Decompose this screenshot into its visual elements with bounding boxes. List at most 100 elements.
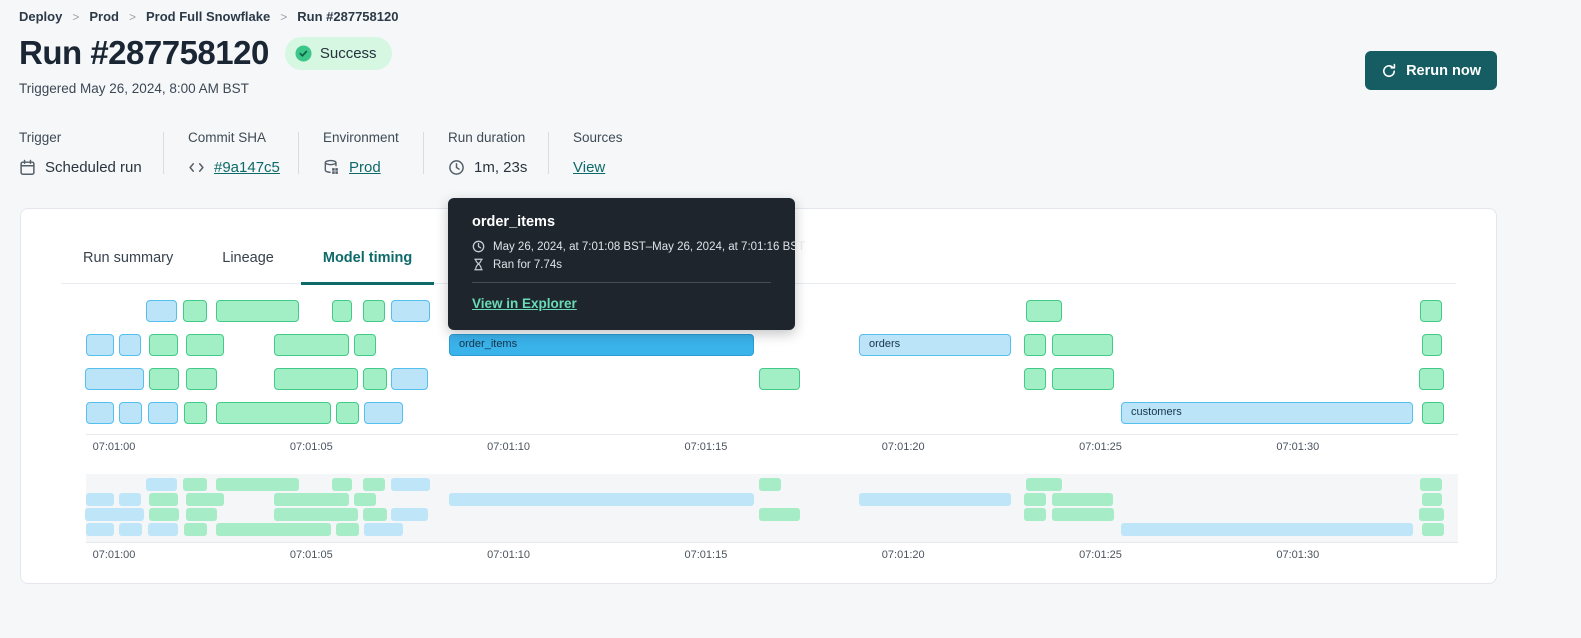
gantt-bar — [1419, 508, 1445, 521]
tooltip-model-name: order_items — [472, 214, 556, 230]
meta-duration-label: Run duration — [448, 130, 526, 145]
calendar-icon — [19, 159, 36, 176]
gantt-bar — [185, 508, 217, 521]
gantt-bar-customers[interactable]: customers — [1121, 402, 1414, 424]
gantt-bar — [85, 508, 144, 521]
gantt-bar[interactable] — [185, 368, 217, 390]
axis-tick-label: 07:01:05 — [289, 441, 333, 453]
gantt-bar — [149, 493, 178, 506]
gantt-bar — [86, 523, 115, 536]
breadcrumb-separator: > — [280, 9, 288, 24]
gantt-bar[interactable] — [86, 334, 115, 356]
breadcrumb: Deploy > Prod > Prod Full Snowflake > Ru… — [19, 9, 398, 24]
gantt-bar[interactable] — [145, 300, 178, 322]
gantt-bar[interactable] — [147, 402, 178, 424]
gantt-bar[interactable] — [1051, 368, 1114, 390]
breadcrumb-separator: > — [128, 9, 136, 24]
gantt-bar[interactable] — [353, 334, 377, 356]
gantt-bar — [759, 478, 781, 491]
axis-tick-label: 07:01:10 — [487, 549, 531, 561]
code-icon — [188, 159, 205, 176]
tooltip-time-range: May 26, 2024, at 7:01:08 BST–May 26, 202… — [493, 240, 805, 253]
status-badge: Success — [284, 36, 392, 70]
meta-sources: Sources View — [549, 130, 623, 176]
minimap-time-axis: 07:01:00 07:01:05 07:01:10 07:01:15 07:01:20… — [86, 542, 1458, 566]
gantt-bar[interactable] — [119, 402, 143, 424]
gantt-bar — [336, 523, 360, 536]
gantt-bar-order_items[interactable]: order_items — [449, 334, 755, 356]
gantt-bar[interactable] — [391, 300, 431, 322]
gantt-bar-label: order_items — [459, 338, 518, 350]
gantt-bar[interactable] — [273, 368, 358, 390]
commit-sha-link[interactable]: #9a147c5 — [214, 159, 280, 176]
sources-view-link[interactable]: View — [573, 159, 605, 176]
gantt-bar — [363, 478, 386, 491]
gantt-bar-label: customers — [1131, 406, 1182, 418]
axis-tick-label: 07:01:15 — [684, 441, 728, 453]
gantt-row: customers — [86, 402, 1458, 424]
environment-link[interactable]: Prod — [349, 159, 381, 176]
gantt-bar — [273, 508, 358, 521]
gantt-bar[interactable] — [149, 368, 180, 390]
gantt-bar — [86, 493, 115, 506]
gantt-bar[interactable] — [185, 334, 225, 356]
clock-icon — [448, 159, 465, 176]
gantt-bar[interactable] — [391, 368, 429, 390]
gantt-bar[interactable] — [363, 300, 386, 322]
gantt-bar[interactable] — [363, 368, 388, 390]
gantt-bar[interactable] — [1025, 300, 1062, 322]
gantt-bar[interactable] — [1419, 368, 1445, 390]
gantt-bar[interactable] — [364, 402, 403, 424]
minimap-brush[interactable] — [85, 474, 1458, 542]
gantt-bar[interactable] — [1023, 368, 1047, 390]
refresh-icon — [1383, 63, 1396, 77]
gantt-bar-orders[interactable]: orders — [859, 334, 1011, 356]
divider — [472, 282, 771, 283]
gantt-bar — [353, 493, 377, 506]
gantt-row: order_items orders — [86, 334, 1458, 356]
gantt-bar[interactable] — [216, 300, 300, 322]
meta-commit-sha: Commit SHA #9a147c5 — [164, 130, 298, 176]
tab-run-summary[interactable]: Run summary — [61, 250, 195, 283]
gantt-bar[interactable] — [119, 334, 141, 356]
gantt-bar[interactable] — [1023, 334, 1047, 356]
gantt-bar[interactable] — [86, 402, 115, 424]
breadcrumb-prod[interactable]: Prod — [89, 9, 119, 24]
gantt-bar-order_items — [449, 493, 755, 506]
breadcrumb-job[interactable]: Prod Full Snowflake — [146, 9, 270, 24]
breadcrumb-deploy[interactable]: Deploy — [19, 9, 62, 24]
status-badge-label: Success — [319, 44, 377, 62]
tab-model-timing[interactable]: Model timing — [300, 250, 435, 285]
triggered-timestamp: Triggered May 26, 2024, 8:00 AM BST — [19, 81, 249, 96]
gantt-bar[interactable] — [331, 300, 352, 322]
model-timing-chart: order_items orders customers 07:01:00 07:01… — [85, 300, 1458, 566]
gantt-bar[interactable] — [273, 334, 349, 356]
gantt-bar[interactable] — [759, 368, 800, 390]
gantt-bar — [1023, 508, 1047, 521]
gantt-bar[interactable] — [85, 368, 144, 390]
gantt-bar[interactable] — [183, 300, 208, 322]
rerun-now-button[interactable]: Rerun now — [1365, 51, 1497, 90]
minimap-row — [86, 493, 1458, 506]
clock-icon — [472, 240, 485, 253]
gantt-bar[interactable] — [149, 334, 178, 356]
gantt-bar — [216, 478, 300, 491]
gantt-bar[interactable] — [336, 402, 360, 424]
gantt-bar[interactable] — [183, 402, 208, 424]
gantt-bar — [149, 508, 180, 521]
gantt-bar — [1025, 478, 1062, 491]
gantt-bar[interactable] — [1420, 300, 1443, 322]
gantt-bar[interactable] — [1051, 334, 1114, 356]
gantt-bar[interactable] — [1422, 334, 1443, 356]
view-in-explorer-link[interactable]: View in Explorer — [472, 296, 577, 311]
meta-trigger-label: Trigger — [19, 130, 62, 145]
gantt-bar — [183, 478, 208, 491]
tab-lineage[interactable]: Lineage — [200, 250, 296, 283]
gantt-bar[interactable] — [1422, 402, 1445, 424]
axis-tick-label: 07:01:25 — [1079, 441, 1122, 453]
gantt-bar — [1051, 493, 1114, 506]
gantt-bar — [1420, 478, 1443, 491]
meta-environment: Environment Prod — [299, 130, 423, 176]
gantt-bar[interactable] — [216, 402, 332, 424]
breadcrumb-run[interactable]: Run #287758120 — [297, 9, 398, 24]
